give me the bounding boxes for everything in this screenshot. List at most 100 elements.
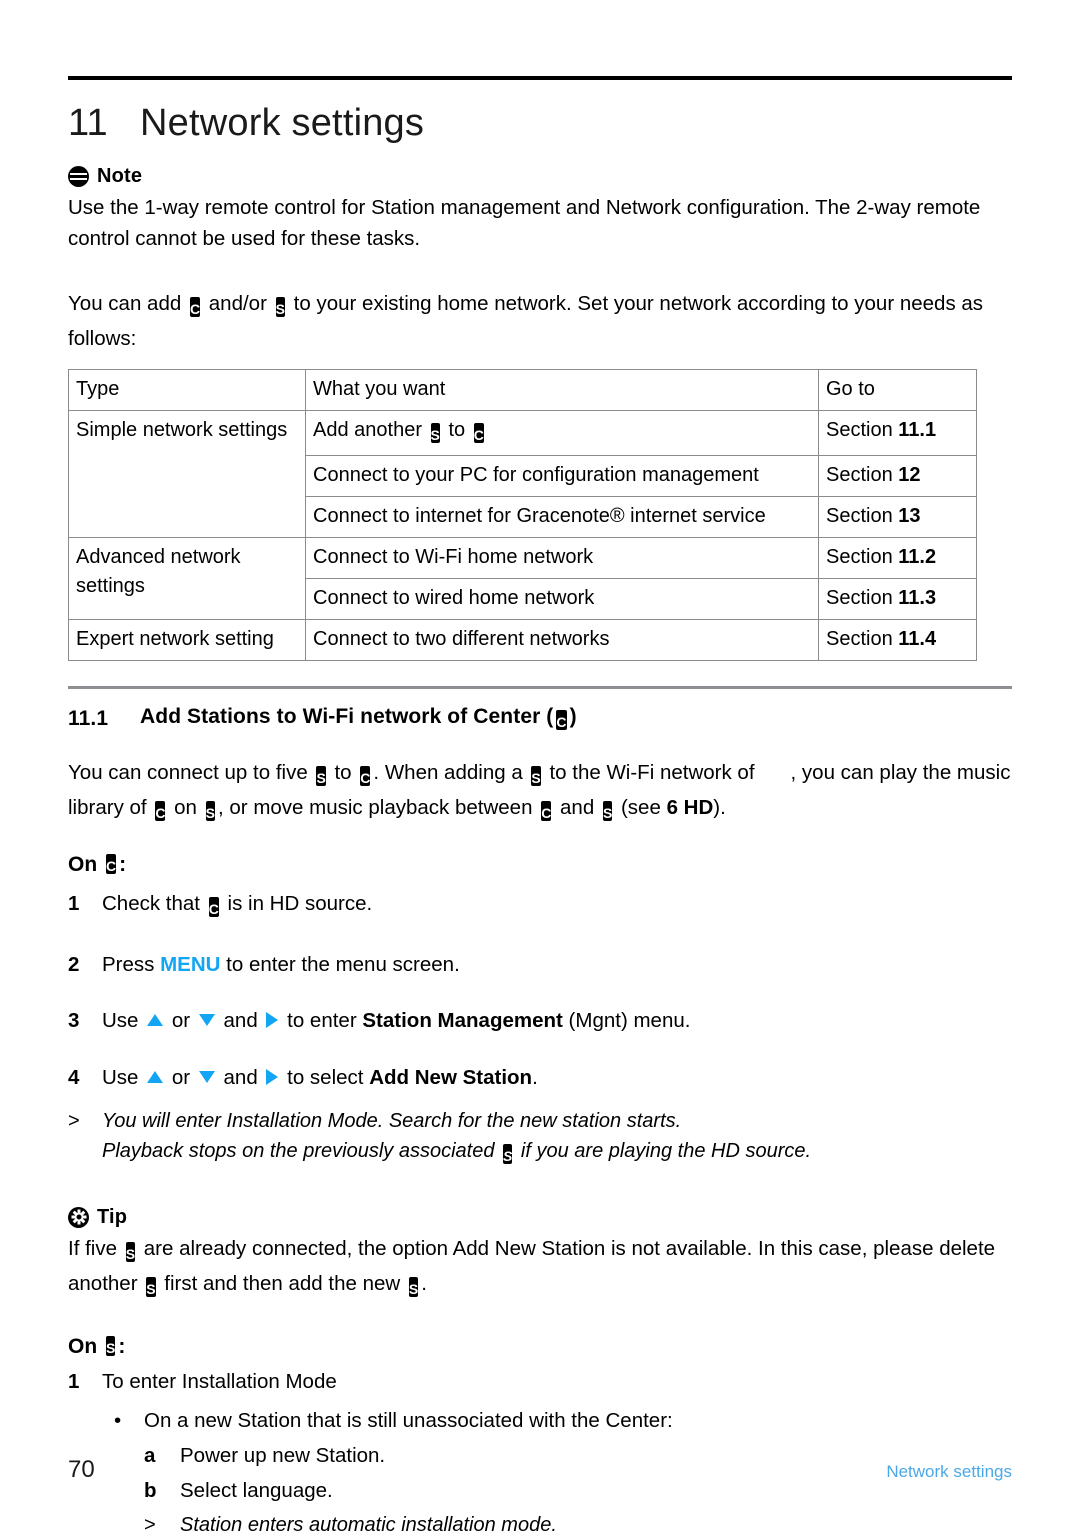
what-add-another: Add another S to C — [305, 409, 819, 456]
arrow-right-icon — [266, 1012, 279, 1029]
para-s3: . When adding a — [373, 760, 523, 784]
what-pc-config: Connect to your PC for configuration man… — [305, 454, 819, 497]
on-center-steps: 1 Check that C is in HD source. 2 Press … — [68, 889, 1012, 1094]
goto-cell: Section 13 — [818, 495, 977, 538]
center-badge-icon: C — [541, 796, 552, 827]
tip-icon — [68, 1206, 89, 1228]
station-badge-icon: S — [205, 796, 215, 827]
on-prefix: On — [68, 852, 98, 876]
header-type: Type — [68, 368, 306, 411]
step-text: To enter Installation Mode — [102, 1370, 337, 1394]
arrow-down-icon — [198, 1071, 215, 1084]
top-rule — [68, 76, 1012, 80]
what-pre: Add another — [313, 418, 422, 441]
table-row: Simple network settings Add another S to… — [68, 409, 977, 538]
step-text: Use or and to enter Station Management (… — [102, 1009, 691, 1033]
tip-mid2: first and then add the new — [164, 1272, 401, 1296]
tip-text: If five S are already connected, the opt… — [68, 1233, 1012, 1303]
station-management-label: Station Management — [362, 1009, 563, 1033]
center-badge-icon: C — [556, 709, 567, 733]
station-badge-icon: S — [430, 420, 440, 449]
center-badge-icon: C — [360, 761, 371, 792]
step-1: 1 Check that C is in HD source. — [68, 889, 1012, 924]
center-badge-icon: C — [473, 420, 484, 449]
chapter-number: 11 — [68, 102, 108, 144]
table-row: Expert network setting Connect to two di… — [68, 618, 977, 661]
intro-paragraph: You can add C and/or S to your existing … — [68, 288, 1012, 354]
what-mid: to — [448, 418, 466, 441]
tip-label: Tip — [97, 1205, 128, 1228]
note-text-pre: Playback stops on the previously associa… — [102, 1139, 495, 1162]
step-number: 4 — [68, 1066, 80, 1090]
on-suffix: : — [119, 852, 127, 876]
tip-post: . — [421, 1272, 427, 1296]
table-row: Advanced network settings Connect to Wi-… — [68, 536, 977, 620]
result-note-2: Playback stops on the previously associa… — [102, 1136, 1012, 1170]
station-badge-icon: S — [408, 1272, 419, 1303]
note-icon — [68, 166, 89, 187]
station-badge-icon: S — [531, 761, 541, 792]
menu-key-label[interactable]: MENU — [160, 953, 220, 976]
center-badge-icon: C — [208, 893, 219, 924]
para-s11: ). — [713, 795, 726, 819]
para-s6: on — [174, 795, 197, 819]
tip-callout-header: Tip — [68, 1206, 1012, 1229]
station-badge-icon: S — [503, 1140, 513, 1170]
note-text: Use the 1-way remote control for Station… — [68, 196, 981, 251]
network-options-table: Type What you want Go to Simple network … — [68, 368, 977, 661]
what-gracenote: Connect to internet for Gracenote® inter… — [305, 495, 819, 538]
note-text: Station enters automatic installation mo… — [180, 1514, 557, 1537]
section-divider — [68, 685, 1012, 689]
para-s2: to — [334, 760, 352, 784]
goto-cell: Section 11.1 — [818, 409, 977, 456]
step-4: 4 Use or and to select Add New Station. — [68, 1063, 1012, 1094]
type-expert: Expert network setting — [68, 618, 306, 661]
para-s8: and — [560, 795, 595, 819]
what-wifi: Connect to Wi-Fi home network — [305, 536, 819, 579]
header-what: What you want — [305, 368, 819, 411]
station-badge-icon: S — [275, 292, 285, 323]
note-callout-header: Note — [68, 165, 1012, 188]
result-note-1: > You will enter Installation Mode. Sear… — [68, 1106, 1012, 1136]
note-marker: > — [144, 1514, 156, 1537]
arrow-up-icon — [147, 1071, 164, 1084]
step-text: Press MENU to enter the menu screen. — [102, 952, 460, 976]
note-text-post: if you are playing the HD source. — [520, 1139, 812, 1162]
tip-pre: If five — [68, 1236, 117, 1260]
what-two-networks: Connect to two different networks — [305, 618, 819, 661]
note-label: Note — [97, 165, 143, 187]
para-hd-ref: 6 HD — [666, 795, 714, 819]
step-number: 1 — [68, 1370, 80, 1394]
para-s1: You can connect up to five — [68, 760, 308, 784]
header-goto: Go to — [818, 368, 977, 411]
center-badge-icon: C — [189, 292, 201, 323]
goto-cell: Section 12 — [818, 454, 977, 497]
para-s9: (see — [620, 795, 661, 819]
chapter-title: Network settings — [140, 102, 425, 144]
on-center-label: On C: — [68, 853, 1012, 877]
step-number: 3 — [68, 1009, 80, 1033]
center-badge-icon: C — [106, 853, 117, 877]
section-heading: 11.1 Add Stations to Wi-Fi network of Ce… — [68, 705, 1012, 733]
station-step-1: 1 To enter Installation Mode — [68, 1367, 1012, 1398]
page-footer: 70 Network settings — [68, 1456, 1012, 1484]
type-simple: Simple network settings — [68, 409, 306, 538]
station-result-note: > Station enters automatic installation … — [144, 1510, 1012, 1540]
step-3: 3 Use or and to enter Station Management… — [68, 1006, 1012, 1037]
arrow-right-icon — [266, 1069, 279, 1086]
note-text: You will enter Installation Mode. Search… — [102, 1109, 682, 1132]
goto-cell: Section 11.4 — [818, 618, 977, 661]
step-number: 2 — [68, 952, 80, 976]
station-badge-icon: S — [602, 796, 613, 827]
document-page: 11 Network settings Note Use the 1-way r… — [68, 0, 1012, 1536]
para-s4: to the Wi-Fi network of — [549, 760, 755, 784]
add-new-station-label: Add New Station — [369, 1066, 533, 1090]
bullet-marker: • — [114, 1409, 122, 1432]
step-text: Use or and to select Add New Station. — [102, 1066, 538, 1090]
what-wired: Connect to wired home network — [305, 577, 819, 620]
page-number: 70 — [68, 1456, 95, 1483]
step-2: 2 Press MENU to enter the menu screen. — [68, 950, 1012, 981]
station-bullet: • On a new Station that is still unassoc… — [102, 1406, 1012, 1437]
on-station-label: On S: — [68, 1335, 1012, 1359]
section-paragraph: You can connect up to five S to C. When … — [68, 757, 1012, 827]
